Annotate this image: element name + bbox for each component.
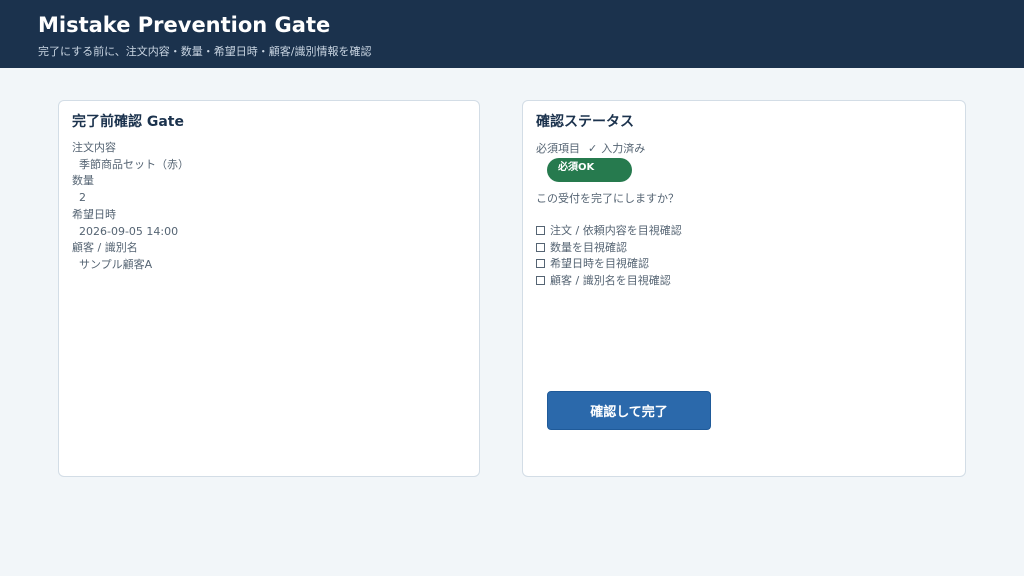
- checklist-item-label: 数量を目視確認: [550, 240, 627, 254]
- checkbox-icon[interactable]: [536, 242, 545, 252]
- checklist-item-order[interactable]: 注文 / 依頼内容を目視確認: [536, 223, 682, 240]
- field-value-order: 季節商品セット（赤）: [79, 157, 189, 171]
- status-card-title: 確認ステータス: [536, 114, 634, 130]
- checklist-item-label: 顧客 / 識別名を目視確認: [550, 274, 671, 288]
- app-header: Mistake Prevention Gate 完了にする前に、注文内容・数量・…: [0, 0, 1024, 68]
- completion-question: この受付を完了にしますか？: [536, 192, 679, 205]
- confirm-complete-button[interactable]: 確認して完了: [547, 391, 711, 430]
- field-value-quantity: 2: [79, 191, 86, 205]
- check-icon: ✓: [588, 142, 598, 155]
- checkbox-icon[interactable]: [536, 276, 545, 286]
- checklist-item-datetime[interactable]: 希望日時を目視確認: [536, 256, 682, 273]
- checkbox-icon[interactable]: [536, 226, 545, 235]
- status-badge: 必須OK: [547, 158, 632, 182]
- field-label-datetime: 希望日時: [72, 207, 116, 221]
- visual-check-list: 注文 / 依頼内容を目視確認 数量を目視確認 希望日時を目視確認 顧客 / 識別…: [536, 223, 682, 290]
- checklist-item-customer[interactable]: 顧客 / 識別名を目視確認: [536, 273, 682, 290]
- required-fields-status: 必須項目 ✓ 入力済み: [536, 140, 645, 156]
- field-value-customer: サンプル顧客A: [79, 257, 153, 271]
- page-title: Mistake Prevention Gate: [38, 13, 331, 37]
- checklist-item-label: 希望日時を目視確認: [550, 257, 649, 271]
- required-status-text: 入力済み: [601, 142, 646, 155]
- confirmation-status-card: 確認ステータス 必須項目 ✓ 入力済み 必須OK この受付を完了にしますか？ 注文 …: [522, 100, 966, 477]
- pre-completion-gate-card: 完了前確認 Gate 注文内容 季節商品セット（赤） 数量 2 希望日時 202…: [58, 100, 480, 477]
- field-label-quantity: 数量: [72, 174, 94, 188]
- field-label-order: 注文内容: [72, 141, 116, 154]
- checklist-item-quantity[interactable]: 数量を目視確認: [536, 240, 682, 257]
- checkbox-icon[interactable]: [536, 259, 545, 269]
- field-value-datetime: 2026-09-05 14:00: [79, 224, 179, 238]
- checklist-item-label: 注文 / 依頼内容を目視確認: [550, 224, 682, 237]
- gate-card-title: 完了前確認 Gate: [72, 114, 184, 130]
- page-subtitle: 完了にする前に、注文内容・数量・希望日時・顧客/識別情報を確認: [38, 45, 372, 58]
- required-label: 必須項目: [536, 142, 580, 155]
- order-fields: 注文内容 季節商品セット（赤） 数量 2 希望日時 2026-09-05 14:…: [72, 140, 189, 274]
- field-label-customer: 顧客 / 識別名: [72, 241, 138, 255]
